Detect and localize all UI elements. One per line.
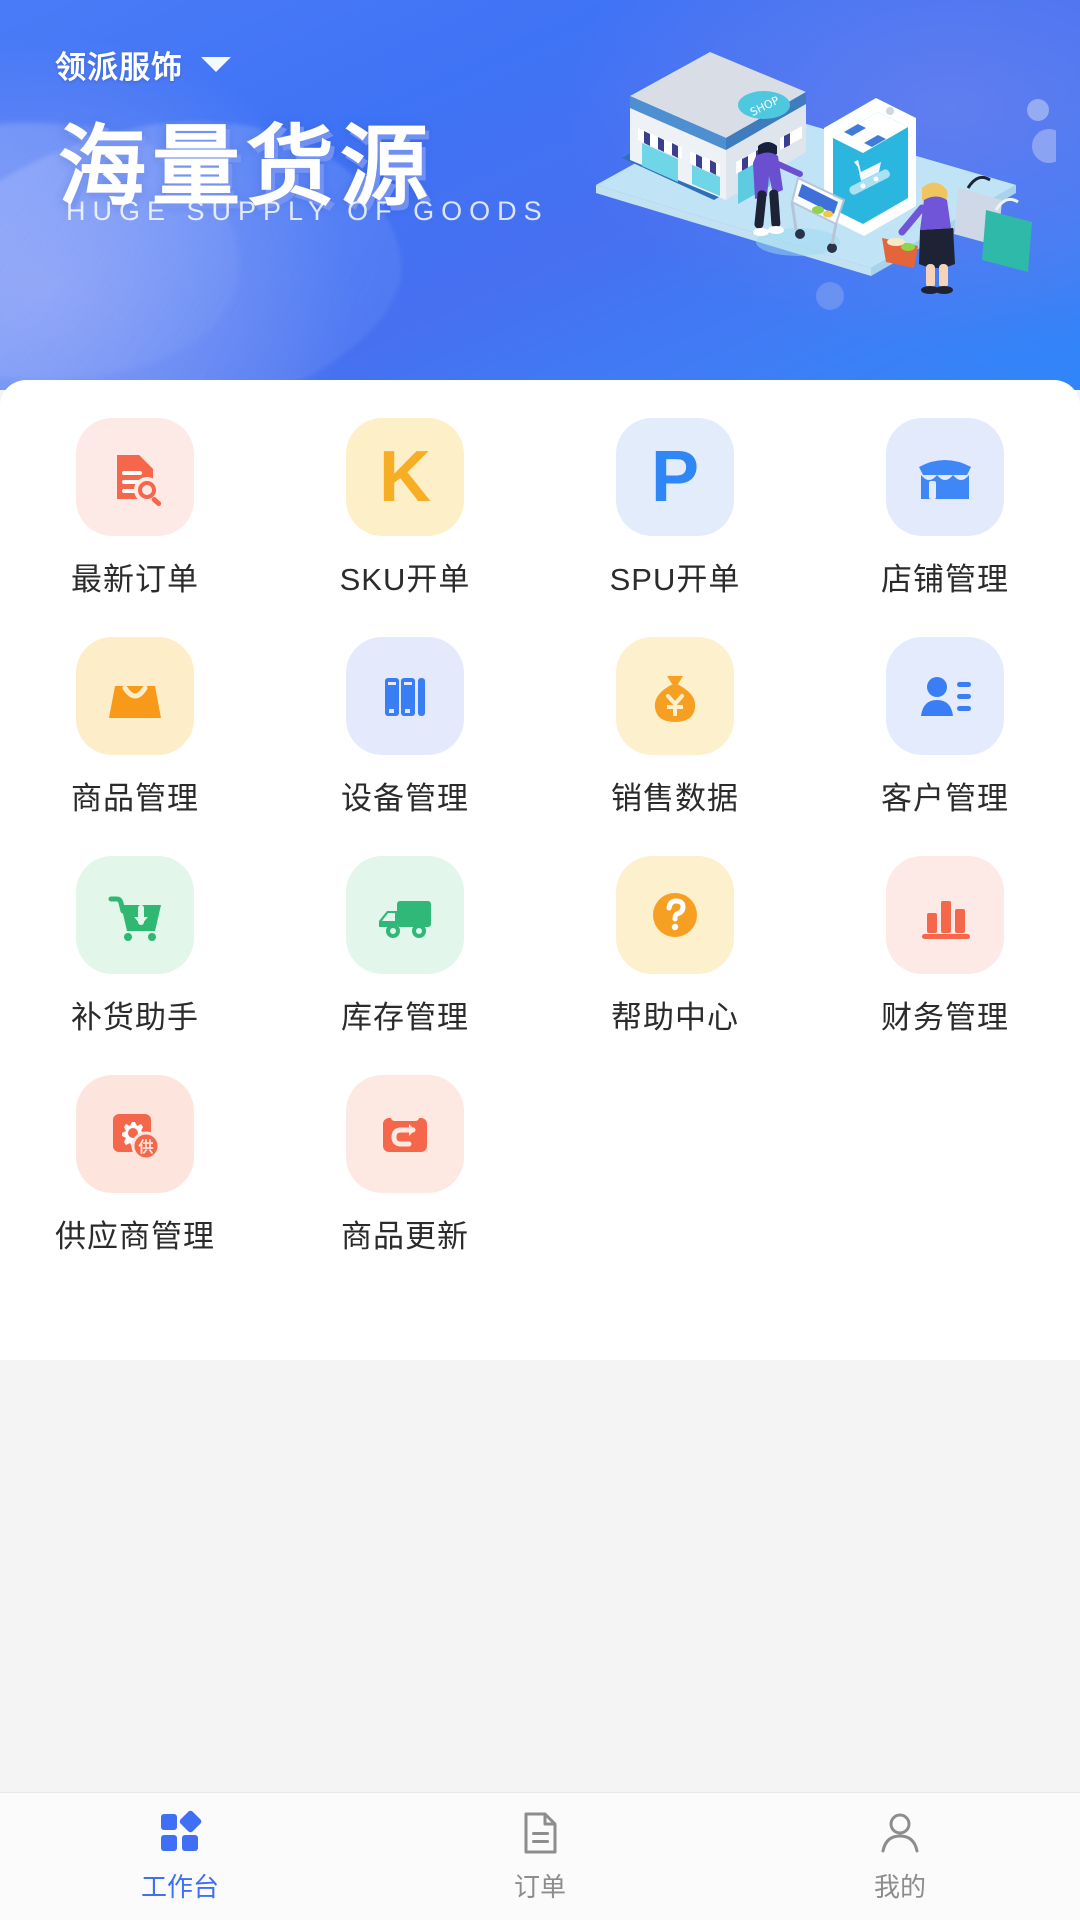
grid-item-10[interactable]: 帮助中心 (540, 856, 810, 1037)
grid-item-5[interactable]: 设备管理 (270, 637, 540, 818)
grid-item-label: 供应商管理 (55, 1219, 215, 1254)
grid-item-8[interactable]: 补货助手 (0, 856, 270, 1037)
letter-k-icon: K (346, 418, 464, 536)
customer-contact-icon (886, 637, 1004, 755)
grid-item-4[interactable]: 商品管理 (0, 637, 270, 818)
grid-item-13[interactable]: 商品更新 (270, 1075, 540, 1256)
product-refresh-icon (346, 1075, 464, 1193)
tab-我的[interactable]: 我的 (720, 1793, 1080, 1920)
quick-actions-panel: 最新订单 K SKU开单 P SPU开单 店铺管理商品管理 设备管理 销售数据 客户管理补货助手… (0, 380, 1080, 1360)
storefront-icon (886, 418, 1004, 536)
chevron-down-icon[interactable] (201, 57, 231, 72)
grid-item-2[interactable]: P SPU开单 (540, 418, 810, 599)
grid-item-label: 最新订单 (71, 562, 199, 597)
delivery-truck-icon (346, 856, 464, 974)
grid-item-0[interactable]: 最新订单 (0, 418, 270, 599)
letter-p-icon: P (616, 418, 734, 536)
grid-item-label: SPU开单 (609, 562, 741, 597)
tab-label: 我的 (873, 1872, 926, 1902)
workbench-grid-icon (156, 1809, 204, 1857)
bar-chart-icon (886, 856, 1004, 974)
tab-工作台[interactable]: 工作台 (0, 1793, 360, 1920)
order-document-icon (516, 1809, 564, 1857)
tab-label: 工作台 (140, 1872, 219, 1902)
document-search-icon (76, 418, 194, 536)
grid-item-7[interactable]: 客户管理 (810, 637, 1080, 818)
grid-item-label: SKU开单 (339, 562, 471, 597)
bottom-tab-bar: 工作台 订单 我的 (0, 1792, 1080, 1920)
grid-item-label: 商品更新 (341, 1219, 469, 1254)
grid-item-label: 销售数据 (611, 781, 739, 816)
brand-selector[interactable]: 领派服饰 (55, 42, 231, 87)
banner-illustration: SHOP (586, 10, 1066, 310)
grid-item-label: 设备管理 (341, 781, 469, 816)
grid-item-11[interactable]: 财务管理 (810, 856, 1080, 1037)
supplier-gear-icon: 供 (76, 1075, 194, 1193)
page-subtitle: HUGE SUPPLY OF GOODS (66, 196, 549, 226)
svg-text:供: 供 (137, 1138, 153, 1156)
quick-actions-grid: 最新订单 K SKU开单 P SPU开单 店铺管理商品管理 设备管理 销售数据 客户管理补货助手… (0, 418, 1080, 1256)
money-bag-yuan-icon (616, 637, 734, 755)
grid-item-3[interactable]: 店铺管理 (810, 418, 1080, 599)
user-profile-icon (876, 1809, 924, 1857)
tab-label: 订单 (513, 1872, 566, 1902)
tab-订单[interactable]: 订单 (360, 1793, 720, 1920)
brand-name: 领派服饰 (55, 50, 183, 85)
grid-item-label: 客户管理 (881, 781, 1009, 816)
grid-item-6[interactable]: 销售数据 (540, 637, 810, 818)
grid-item-label: 商品管理 (71, 781, 199, 816)
grid-item-label: 财务管理 (881, 1000, 1009, 1035)
binders-icon (346, 637, 464, 755)
shopping-bag-icon (76, 637, 194, 755)
grid-item-12[interactable]: 供供应商管理 (0, 1075, 270, 1256)
grid-item-label: 帮助中心 (611, 1000, 739, 1035)
question-mark-icon (616, 856, 734, 974)
hero-banner: 领派服饰 海量货源 HUGE SUPPLY OF GOODS SHOP (0, 0, 1080, 390)
grid-item-label: 补货助手 (71, 1000, 199, 1035)
cart-download-icon (76, 856, 194, 974)
grid-item-1[interactable]: K SKU开单 (270, 418, 540, 599)
grid-item-9[interactable]: 库存管理 (270, 856, 540, 1037)
grid-item-label: 店铺管理 (881, 562, 1009, 597)
grid-item-label: 库存管理 (341, 1000, 469, 1035)
